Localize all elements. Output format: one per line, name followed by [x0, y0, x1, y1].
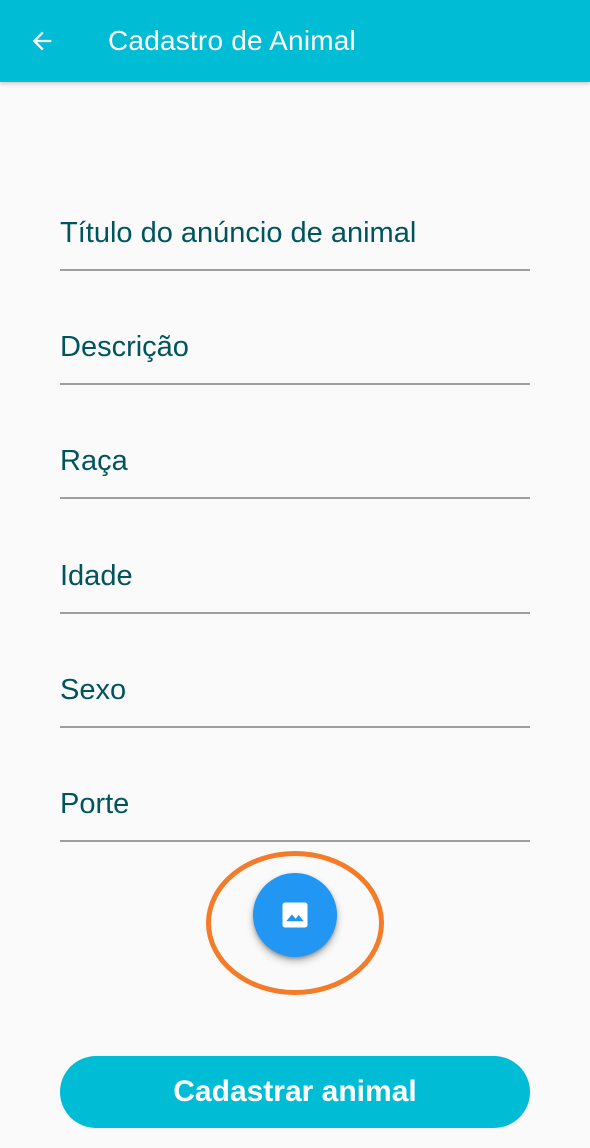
size-field[interactable] — [60, 772, 530, 842]
add-image-button[interactable] — [253, 873, 337, 957]
breed-field[interactable] — [60, 429, 530, 499]
description-field[interactable] — [60, 315, 530, 385]
title-field[interactable] — [60, 201, 530, 271]
back-button[interactable] — [14, 13, 70, 69]
page-title: Cadastro de Animal — [108, 25, 356, 56]
image-icon — [282, 902, 308, 928]
breed-input[interactable] — [60, 441, 530, 481]
description-input[interactable] — [60, 327, 530, 367]
size-input[interactable] — [60, 784, 530, 824]
arrow-back-icon — [32, 31, 52, 51]
sex-field[interactable] — [60, 658, 530, 728]
submit-button[interactable]: Cadastrar animal — [60, 1056, 530, 1128]
app-bar: Cadastro de Animal — [0, 0, 590, 82]
screen: Cadastro de Animal Cadastrar animal — [0, 0, 590, 1148]
title-input[interactable] — [60, 213, 530, 253]
age-input[interactable] — [60, 556, 530, 596]
sex-input[interactable] — [60, 670, 530, 710]
age-field[interactable] — [60, 544, 530, 614]
